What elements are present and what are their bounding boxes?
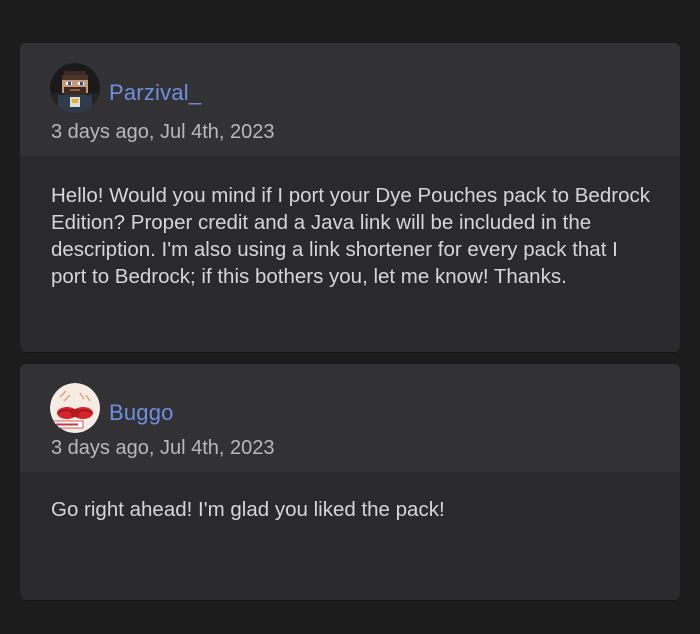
avatar-image <box>50 63 100 113</box>
comment-timestamp: 3 days ago, Jul 4th, 2023 <box>51 121 275 143</box>
comment-text: Hello! Would you mind if I port your Dye… <box>51 184 650 288</box>
comment-card: Buggo 3 days ago, Jul 4th, 2023 Go right… <box>20 364 680 600</box>
avatar-image <box>50 383 100 433</box>
comment-header: Buggo 3 days ago, Jul 4th, 2023 <box>20 364 680 472</box>
comment-header: Parzival_ 3 days ago, Jul 4th, 2023 <box>20 43 680 156</box>
comment-body: Go right ahead! I'm glad you liked the p… <box>20 472 680 600</box>
comment-card: Parzival_ 3 days ago, Jul 4th, 2023 Hell… <box>20 43 680 352</box>
comment-timestamp: 3 days ago, Jul 4th, 2023 <box>51 437 275 459</box>
username-link[interactable]: Buggo <box>109 400 174 426</box>
red-bow-avatar-icon[interactable] <box>50 383 100 433</box>
comment-text: Go right ahead! I'm glad you liked the p… <box>51 498 445 521</box>
comment-body: Hello! Would you mind if I port your Dye… <box>20 156 680 352</box>
comments-page: Parzival_ 3 days ago, Jul 4th, 2023 Hell… <box>0 0 700 634</box>
username-link[interactable]: Parzival_ <box>109 80 201 106</box>
pixel-character-avatar-icon[interactable] <box>50 63 100 113</box>
